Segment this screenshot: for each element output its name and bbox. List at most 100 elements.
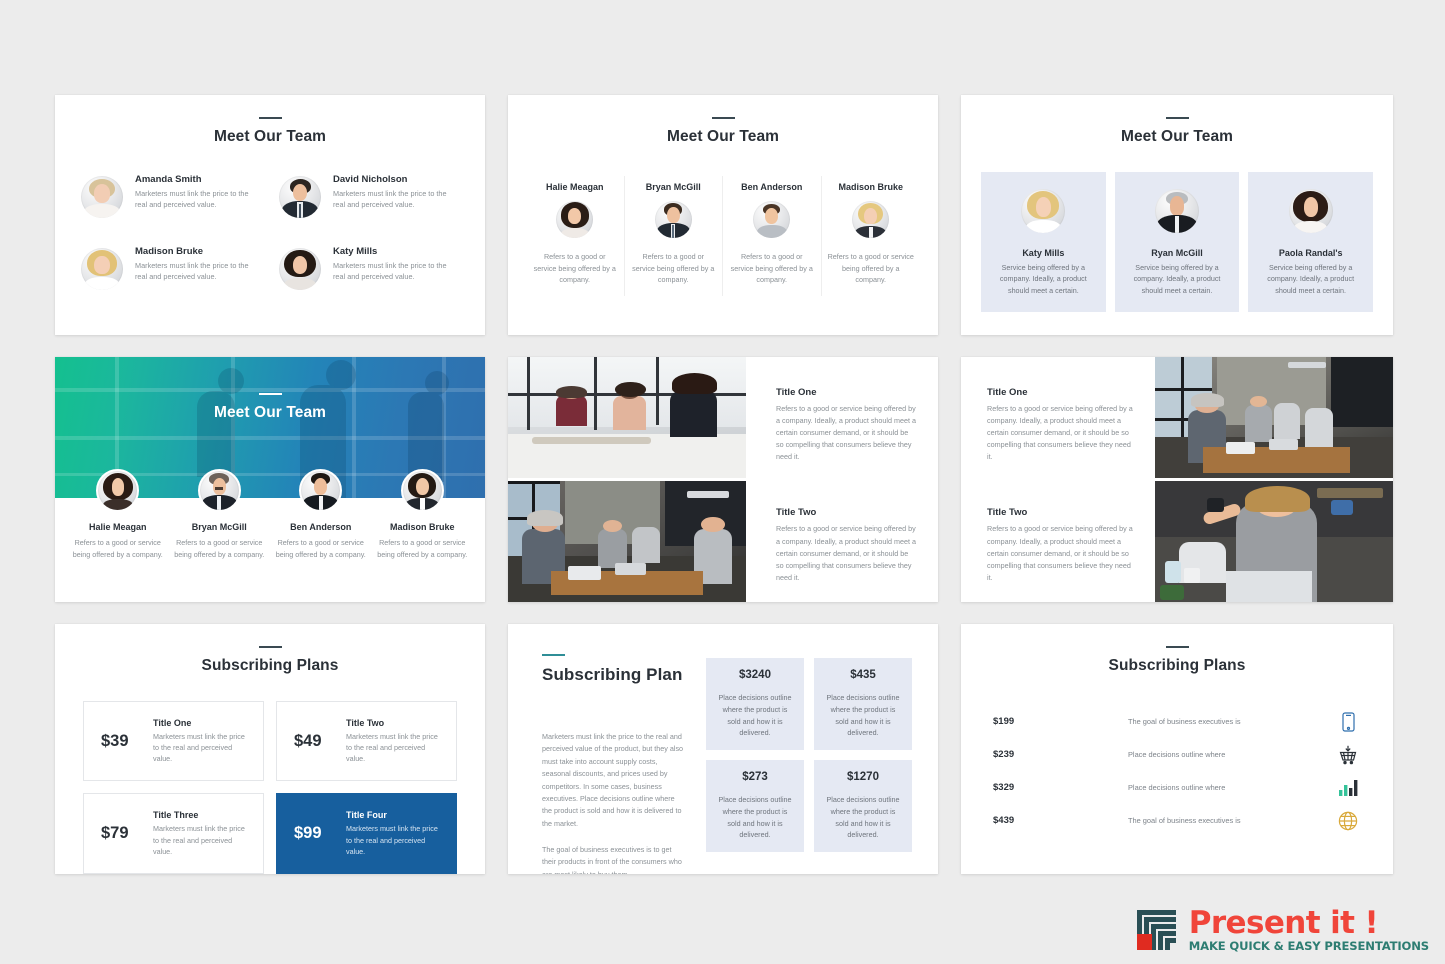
- slide-team-cards[interactable]: Meet Our Team Katy Mills Service being o…: [961, 95, 1393, 335]
- plan-title: Title Three: [153, 810, 199, 821]
- amount-desc: Place decisions outline where the produc…: [826, 693, 900, 738]
- plan-list-row[interactable]: $329 Place decisions outline where: [993, 771, 1361, 804]
- block-body: Refers to a good or service being offere…: [987, 524, 1133, 582]
- plan-price: $39: [101, 731, 129, 750]
- team-member[interactable]: Katy Mills Marketers must link the price…: [279, 246, 459, 290]
- team-member[interactable]: Halie Meagan Refers to a good or service…: [526, 176, 625, 296]
- amount-card[interactable]: $435 Place decisions outline where the p…: [814, 658, 912, 750]
- team-member[interactable]: Madison Bruke Refers to a good or servic…: [822, 176, 921, 296]
- plan-card[interactable]: $39 Title One Marketers must link the pr…: [83, 701, 264, 782]
- plan-desc: Marketers must link the price to the rea…: [153, 732, 245, 764]
- plan-desc: The goal of business executives is: [1128, 717, 1241, 726]
- title-dash-icon: [711, 117, 735, 119]
- plan-price: $199: [993, 716, 1015, 727]
- slide-team-gradient[interactable]: Meet Our Team Halie Meagan Refers to a g…: [55, 357, 485, 602]
- amount-value: $435: [850, 669, 876, 682]
- body-paragraph: The goal of business executives is to ge…: [542, 845, 682, 874]
- slide-team-four-column[interactable]: Meet Our Team Halie Meagan Refers to a g…: [508, 95, 938, 335]
- slide-subscribing-plans-list[interactable]: Subscribing Plans $199 The goal of busin…: [961, 624, 1393, 874]
- plan-list-row[interactable]: $199 The goal of business executives is: [993, 705, 1361, 738]
- member-name: Ben Anderson: [741, 182, 803, 192]
- member-name: Paola Randal's: [1278, 248, 1343, 258]
- plan-card[interactable]: $49 Title Two Marketers must link the pr…: [276, 701, 457, 782]
- slide-2-header: Meet Our Team: [508, 95, 938, 146]
- plan-title: Title One: [153, 718, 192, 728]
- member-name: Halie Meagan: [88, 522, 147, 532]
- presentation-template-preview: Meet Our Team Amanda Smith Marketers mus…: [0, 0, 1445, 964]
- member-name: Bryan McGill: [191, 522, 247, 532]
- member-name: David Nicholson: [333, 174, 408, 185]
- avatar: [96, 469, 140, 512]
- text-block: Title Two Refers to a good or service be…: [987, 507, 1137, 583]
- plan-price: $79: [101, 824, 129, 843]
- member-name: Ryan McGill: [1151, 248, 1203, 258]
- team-member[interactable]: Bryan McGill Refers to a good or service…: [625, 176, 723, 296]
- text-block: Title One Refers to a good or service be…: [776, 387, 916, 463]
- plan-price: $329: [993, 782, 1015, 793]
- team-member[interactable]: Halie Meagan Refers to a good or service…: [67, 469, 169, 560]
- team-member[interactable]: Bryan McGill Refers to a good or service…: [169, 469, 271, 560]
- block-title: Title Two: [776, 507, 817, 519]
- block-title: Title Two: [987, 507, 1028, 519]
- slide-5-photo-column: [508, 357, 746, 602]
- plan-list-row[interactable]: $239 Place decisions outline where: [993, 738, 1361, 771]
- amount-desc: Place decisions outline where the produc…: [718, 693, 792, 738]
- plan-desc: The goal of business executives is: [1128, 816, 1241, 825]
- member-name: Madison Bruke: [135, 246, 204, 257]
- slide-team-two-column[interactable]: Meet Our Team Amanda Smith Marketers mus…: [55, 95, 485, 335]
- slide-6-text-column: Title One Refers to a good or service be…: [961, 357, 1155, 602]
- globe-icon: [1335, 811, 1361, 831]
- member-desc: Service being offered by a company. Idea…: [1133, 263, 1221, 295]
- slide-4-header: Meet Our Team: [55, 357, 485, 422]
- slide-9-title: Subscribing Plans: [1108, 657, 1246, 674]
- slide-subscribing-plans-grid[interactable]: Subscribing Plans $39 Title One Marketer…: [55, 624, 485, 874]
- body-paragraph: Marketers must link the price to the rea…: [542, 732, 684, 828]
- plan-desc: Place decisions outline where: [1128, 750, 1226, 759]
- team-member[interactable]: Amanda Smith Marketers must link the pri…: [81, 174, 261, 218]
- avatar: [197, 469, 241, 512]
- plan-price: $239: [993, 749, 1015, 760]
- plan-card[interactable]: $79 Title Three Marketers must link the …: [83, 793, 264, 874]
- member-name: Katy Mills: [333, 246, 378, 257]
- amount-card-grid: $3240 Place decisions outline where the …: [706, 654, 912, 874]
- team-member[interactable]: Ben Anderson Refers to a good or service…: [723, 176, 822, 296]
- team-member[interactable]: Ben Anderson Refers to a good or service…: [270, 469, 372, 560]
- photo-scene: [508, 481, 746, 602]
- slide-2-member-grid: Halie Meagan Refers to a good or service…: [508, 176, 938, 296]
- team-card[interactable]: Paola Randal's Service being offered by …: [1248, 172, 1373, 313]
- amount-value: $3240: [739, 669, 771, 682]
- logo-mark-icon: [1133, 907, 1180, 954]
- slide-1-title: Meet Our Team: [213, 128, 327, 145]
- plan-desc: Marketers must link the price to the rea…: [153, 824, 245, 856]
- team-card[interactable]: Katy Mills Service being offered by a co…: [981, 172, 1106, 313]
- plan-title: Title Two: [346, 718, 385, 728]
- amount-card[interactable]: $3240 Place decisions outline where the …: [706, 658, 804, 750]
- team-member[interactable]: David Nicholson Marketers must link the …: [279, 174, 459, 218]
- slide-8-text-column: Subscribing Plan Marketers must link the…: [542, 654, 684, 874]
- team-member[interactable]: Madison Bruke Refers to a good or servic…: [372, 469, 474, 560]
- member-desc: Refers to a good or service being offere…: [275, 538, 366, 559]
- avatar: [81, 176, 123, 218]
- plan-card-featured[interactable]: $99 Title Four Marketers must link the p…: [276, 793, 457, 874]
- member-name: Katy Mills: [1022, 248, 1065, 258]
- plan-desc: Marketers must link the price to the rea…: [346, 824, 438, 856]
- logo-text: Present it ! MAKE QUICK & EASY PRESENTAT…: [1189, 908, 1429, 953]
- photo-long-table-team-working: [1155, 357, 1393, 478]
- slide-5-layout: Title One Refers to a good or service be…: [508, 357, 938, 602]
- team-member[interactable]: Madison Bruke Marketers must link the pr…: [81, 246, 261, 290]
- avatar: [1154, 189, 1199, 233]
- title-dash-icon: [1165, 646, 1189, 648]
- plan-list-row[interactable]: $439 The goal of business executives is: [993, 804, 1361, 837]
- member-desc: Refers to a good or service being offere…: [730, 252, 813, 285]
- title-dash-icon: [1165, 117, 1189, 119]
- photo-office-team-laptops: [508, 481, 746, 602]
- amount-card[interactable]: $1270 Place decisions outline where the …: [814, 760, 912, 852]
- team-card[interactable]: Ryan McGill Service being offered by a c…: [1114, 172, 1240, 313]
- slide-7-title: Subscribing Plans: [201, 657, 339, 674]
- slide-text-left-photo-right[interactable]: Title One Refers to a good or service be…: [961, 357, 1393, 602]
- slide-2-title: Meet Our Team: [666, 128, 780, 145]
- slide-photo-left-text-right[interactable]: Title One Refers to a good or service be…: [508, 357, 938, 602]
- slide-subscribing-plan-detail[interactable]: Subscribing Plan Marketers must link the…: [508, 624, 938, 874]
- amount-card[interactable]: $273 Place decisions outline where the p…: [706, 760, 804, 852]
- member-desc: Marketers must link the price to the rea…: [333, 189, 447, 210]
